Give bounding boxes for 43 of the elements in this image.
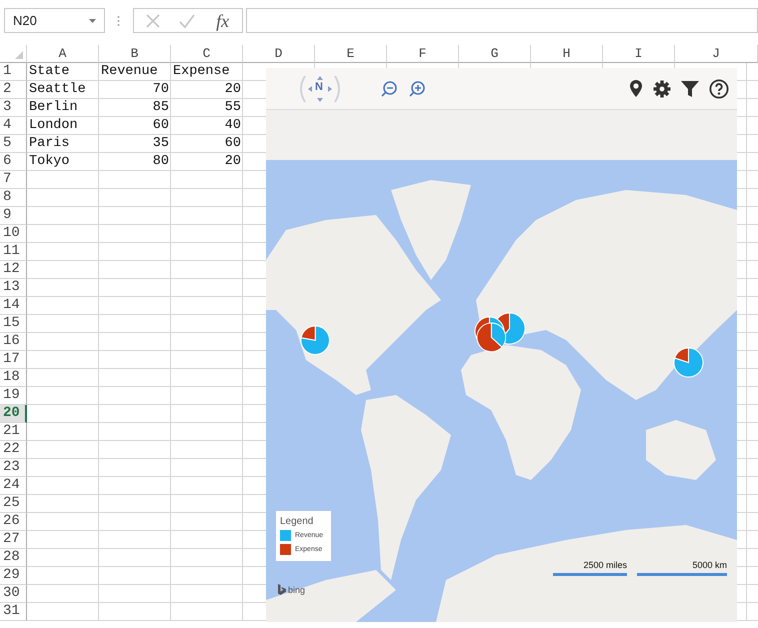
zoom-out-icon[interactable]	[380, 80, 398, 98]
table-cell-text: 35	[152, 135, 170, 153]
pin-icon[interactable]	[629, 79, 643, 98]
column-header[interactable]: G	[459, 45, 531, 63]
filter-icon[interactable]	[681, 80, 699, 96]
table-cell-text: Paris	[28, 135, 71, 153]
legend-title: Legend	[280, 516, 314, 527]
scale-label: 2500 miles	[583, 560, 627, 571]
table-cell-text: Tokyo	[28, 153, 71, 171]
column-header[interactable]: C	[171, 45, 243, 63]
table-cell-text: 60	[152, 117, 170, 135]
table-cell-text: 85	[152, 99, 170, 117]
table-cell-text: 80	[152, 153, 170, 171]
help-icon[interactable]	[709, 78, 729, 98]
table-cell-text: Revenue	[100, 63, 159, 81]
insert-function-button[interactable]: fx	[214, 10, 232, 30]
table-cell-text: London	[28, 117, 79, 135]
formula-input[interactable]	[246, 8, 758, 33]
name-box[interactable]: N20	[4, 8, 105, 33]
column-header[interactable]: J	[675, 45, 758, 63]
row-header[interactable]: 20	[0, 405, 27, 423]
pie-marker	[672, 346, 704, 378]
pie-marker	[300, 324, 330, 356]
table-cell-text: 60	[224, 135, 242, 153]
table-cell-text: 20	[224, 81, 242, 99]
table-cell-text: 70	[152, 81, 170, 99]
table-cell-text: 20	[224, 153, 242, 171]
bing-logo-icon	[278, 584, 286, 595]
attribution-text: bing	[288, 584, 306, 594]
check-icon[interactable]	[178, 12, 196, 28]
pie-marker	[476, 322, 506, 352]
table-cell-text: 40	[224, 117, 242, 135]
settings-icon[interactable]	[653, 80, 671, 98]
table-cell-text: Seattle	[28, 81, 87, 99]
compass-control[interactable]: N	[296, 72, 344, 104]
table-cell-text: 55	[224, 99, 242, 117]
grip-icon	[117, 15, 120, 27]
table-cell-text: Berlin	[28, 99, 79, 117]
zoom-in-icon[interactable]	[408, 80, 426, 98]
table-cell-text: State	[28, 63, 71, 81]
table-cell-text: Expense	[172, 63, 231, 81]
scale-label: 5000 km	[692, 560, 727, 571]
caret-icon[interactable]	[89, 18, 96, 22]
